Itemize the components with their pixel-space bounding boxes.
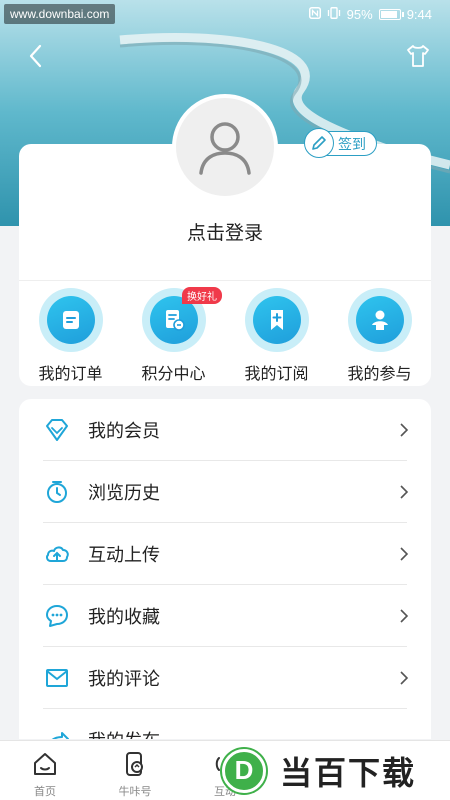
share-icon (43, 726, 71, 739)
phone-icon (120, 749, 150, 779)
clock-time: 9:44 (406, 7, 432, 22)
nfc-icon (308, 7, 321, 22)
status-indicators: 95% 9:44 (308, 7, 432, 22)
vibrate-icon (327, 7, 341, 22)
menu-item-label: 浏览历史 (88, 483, 160, 504)
quick-action-label: 我的订阅 (244, 364, 309, 383)
quick-action-orders[interactable]: 我的订单 (19, 286, 122, 386)
downbai-logo: D (222, 748, 266, 793)
back-arrow-icon (29, 44, 42, 68)
order-icon (62, 311, 79, 329)
avatar[interactable] (172, 94, 278, 200)
back-button[interactable] (22, 42, 50, 70)
mail-icon (43, 664, 71, 692)
card-divider (19, 280, 431, 281)
signin-label: 签到 (338, 136, 366, 153)
skin-theme-button[interactable] (404, 42, 432, 70)
user-silhouette-icon (199, 122, 251, 175)
chevron-right-icon (400, 547, 409, 561)
menu-item-comments[interactable]: 我的评论 (19, 647, 431, 709)
bookmark-icon (270, 310, 283, 330)
top-navigation (0, 36, 450, 76)
quick-action-label: 我的订单 (38, 364, 103, 383)
tab-label: 首页 (34, 785, 56, 798)
site-watermark: www.downbai.com (4, 4, 116, 24)
home-icon (30, 749, 60, 779)
menu-item-label: 我的发布 (88, 727, 160, 739)
quick-action-label: 积分中心 (141, 364, 206, 383)
cloud-upload-icon (43, 540, 71, 568)
chevron-right-icon (400, 485, 409, 499)
quick-action-label: 我的参与 (347, 364, 412, 383)
battery-percent: 95% (346, 7, 373, 22)
quick-action-ring (38, 288, 103, 352)
quick-action-core (355, 296, 404, 344)
menu-item-label: 我的收藏 (88, 607, 160, 628)
chevron-right-icon (400, 609, 409, 623)
quick-action-ring (244, 288, 309, 352)
tab-label: 牛咔号 (118, 785, 152, 798)
quick-action-participation[interactable]: 我的参与 (328, 286, 431, 386)
tshirt-icon (407, 45, 429, 67)
quick-action-subscriptions[interactable]: 我的订阅 (225, 286, 328, 386)
menu-list: 我的会员 浏览历史 互动上传 我的收藏 我的评论 (19, 399, 431, 739)
downbai-watermark-text: 当百下载 (280, 753, 417, 792)
quick-action-points[interactable]: 换好礼 积分中心 (122, 286, 225, 386)
menu-item-posts[interactable]: 我的发布 (19, 709, 431, 739)
chevron-right-icon (400, 423, 409, 437)
menu-item-favorites[interactable]: 我的收藏 (19, 585, 431, 647)
battery-fill (380, 11, 397, 18)
menu-item-label: 互动上传 (88, 545, 160, 566)
points-icon (165, 310, 185, 331)
quick-action-core (46, 296, 95, 344)
diamond-icon (43, 416, 71, 444)
downbai-watermark: D 当百下载 (214, 741, 450, 800)
signin-button[interactable]: 签到 (304, 128, 377, 158)
menu-item-upload[interactable]: 互动上传 (19, 523, 431, 585)
menu-item-history[interactable]: 浏览历史 (19, 461, 431, 523)
quick-action-core (252, 296, 301, 344)
battery-icon (378, 9, 404, 20)
login-prompt[interactable]: 点击登录 (0, 218, 450, 245)
chat-icon (43, 602, 71, 630)
status-bar: www.downbai.com 95% 9:44 (0, 0, 450, 30)
pen-icon (304, 128, 334, 158)
menu-item-label: 我的评论 (88, 669, 160, 690)
chevron-right-icon (400, 671, 409, 685)
quick-action-ring (347, 288, 412, 352)
quick-actions-row: 我的订单 换好礼 积分中心 我的订阅 我的参与 (19, 286, 431, 386)
menu-item-membership[interactable]: 我的会员 (19, 399, 431, 461)
person-icon (371, 310, 388, 330)
tab-home[interactable]: 首页 (0, 741, 90, 800)
clock-icon (43, 478, 71, 506)
tab-niukahao[interactable]: 牛咔号 (90, 741, 180, 800)
reward-badge: 换好礼 (182, 287, 222, 304)
menu-item-label: 我的会员 (88, 421, 160, 442)
